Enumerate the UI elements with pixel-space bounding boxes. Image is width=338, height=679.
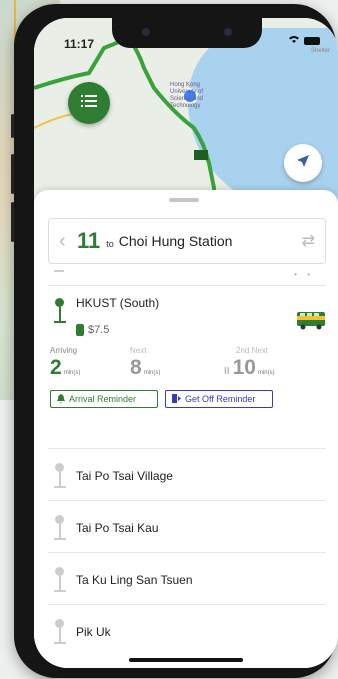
swap-arrows-icon[interactable]: ⇄ <box>302 231 315 251</box>
battery-icon <box>304 37 320 45</box>
stop-pin-icon <box>54 567 66 592</box>
eta-2nd-next-value: II 10 min(s) <box>224 356 275 379</box>
locate-me-button[interactable] <box>284 144 322 182</box>
app-screen: Hong Kong University of Science and Tech… <box>34 18 338 668</box>
sheet-drag-handle[interactable] <box>169 198 199 202</box>
eta-next-label: Next <box>130 346 147 355</box>
fare-value: $7.5 <box>88 324 110 336</box>
exit-door-icon <box>172 393 181 405</box>
eta-arriving-value: 2 min(s) <box>50 356 81 379</box>
bus-icon <box>296 310 326 335</box>
eta-arriving-label: Arriving <box>50 346 78 355</box>
route-detail-sheet: ‹ 11 to Choi Hung Station ⇄ • • HKUST (S… <box>34 190 338 668</box>
home-indicator[interactable] <box>129 658 243 662</box>
map-place-label: Hong Kong University of Science and Tech… <box>170 82 204 109</box>
list-item-stop[interactable]: Tai Po Tsai Kau <box>48 500 326 553</box>
route-destination: Choi Hung Station <box>118 233 233 249</box>
navigation-arrow-icon <box>296 154 310 173</box>
get-off-reminder-button[interactable]: Get Off Reminder <box>165 390 273 408</box>
octopus-card-icon <box>76 324 84 336</box>
stop-pin-icon <box>54 619 66 644</box>
fare: $7.5 <box>76 324 109 336</box>
list-icon <box>81 94 97 113</box>
menu-button[interactable] <box>68 82 110 124</box>
list-item-stop[interactable]: Pik Uk <box>48 604 326 657</box>
chevron-left-icon[interactable]: ‹ <box>59 230 73 253</box>
previous-stop-partial: • • <box>54 270 314 280</box>
list-item-stop[interactable]: Tai Po Tsai Village <box>48 448 326 501</box>
arrival-reminder-button[interactable]: Arrival Reminder <box>50 390 158 408</box>
list-item-stop[interactable]: Ta Ku Ling San Tsuen <box>48 552 326 605</box>
stop-name: Ta Ku Ling San Tsuen <box>76 573 193 587</box>
stop-name: Tai Po Tsai Village <box>76 469 173 483</box>
stop-name: Pik Uk <box>76 625 111 639</box>
stop-pin-icon <box>54 463 66 488</box>
current-stop-name: HKUST (South) <box>76 296 160 310</box>
route-number: 11 <box>77 228 101 253</box>
notch <box>112 18 262 48</box>
route-to-label: to <box>106 239 114 249</box>
eta-2nd-next-label: 2nd Next <box>236 346 269 355</box>
wifi-icon <box>288 35 300 47</box>
bell-icon <box>57 393 65 405</box>
status-icons <box>288 35 320 47</box>
phone-frame: Hong Kong University of Science and Tech… <box>11 4 338 678</box>
status-time: 11:17 <box>64 37 95 51</box>
eta-next-value: 8 min(s) <box>130 356 161 379</box>
stop-pin-icon <box>54 515 66 540</box>
stop-name: Tai Po Tsai Kau <box>76 521 159 535</box>
map-corner-label: Shelter <box>310 48 330 54</box>
route-selector[interactable]: ‹ 11 to Choi Hung Station ⇄ <box>48 218 326 264</box>
stop-pin-icon <box>54 298 66 323</box>
